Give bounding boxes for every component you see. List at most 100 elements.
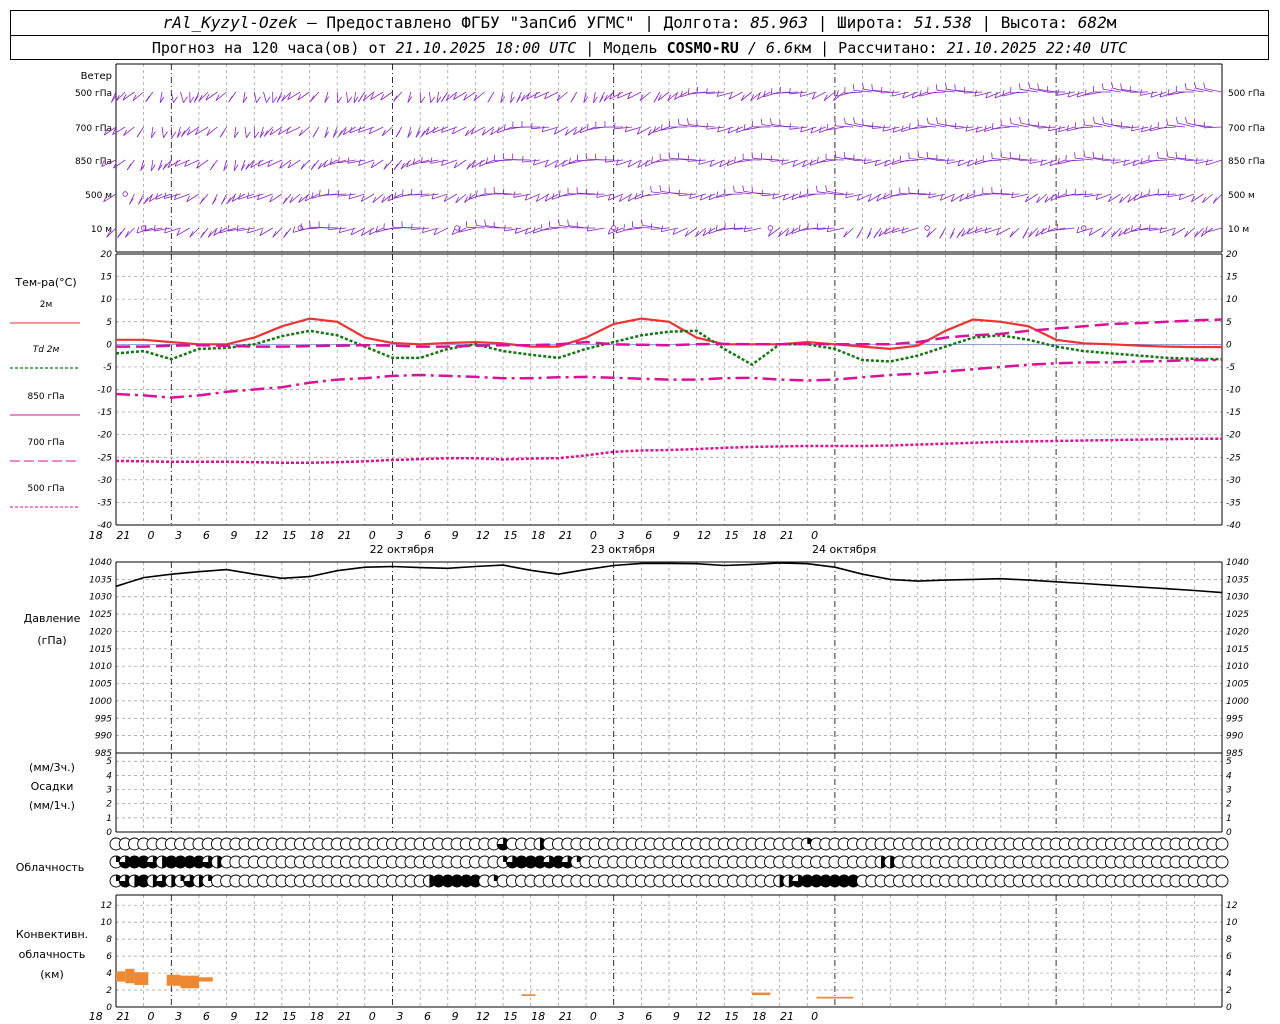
precip-ytick-right: 1 <box>1226 814 1232 824</box>
wind-barb-feather <box>183 96 188 103</box>
conv-ytick: 10 <box>101 918 113 928</box>
wind-barb-feather <box>1037 83 1040 90</box>
bottom-hour-tick: 9 <box>673 1010 680 1023</box>
wind-barb <box>939 227 946 239</box>
wind-barb-staff <box>400 159 412 170</box>
wind-barb-staff <box>1009 227 1020 238</box>
wind-barb-staff <box>1010 91 1029 94</box>
wind-barb-feather <box>687 118 689 125</box>
wind-barb <box>706 87 725 95</box>
wind-barb <box>263 91 271 103</box>
wind-barb-staff <box>123 126 135 136</box>
wind-barb-feather <box>798 224 801 231</box>
wind-barb-feather <box>540 224 543 231</box>
wind-barb-staff <box>1029 159 1047 164</box>
wind-barb <box>220 193 227 205</box>
wind-barb-staff <box>706 126 725 130</box>
temp-850-line <box>115 358 1222 399</box>
wind-barb-staff <box>881 91 900 94</box>
wind-barb <box>782 193 799 201</box>
wind-barb <box>917 119 937 128</box>
wind-barb-feather <box>651 156 653 163</box>
wind-barb <box>207 227 218 238</box>
wind-barb-feather <box>1092 151 1095 158</box>
wind-barb-staff <box>1075 157 1094 161</box>
wind-barb <box>140 159 145 171</box>
wind-barb-feather <box>716 90 720 97</box>
wind-barb-feather <box>319 189 321 196</box>
conv-ytick: 4 <box>106 969 112 979</box>
wind-barb <box>157 159 163 171</box>
wind-barb-feather <box>680 90 683 98</box>
wind-barb <box>510 91 515 103</box>
wind-barb-staff <box>729 91 743 100</box>
wind-barb-feather <box>153 224 156 232</box>
wind-barb-feather <box>1157 152 1159 159</box>
bottom-hour-tick: 3 <box>396 1010 403 1023</box>
wind-barb-feather <box>464 129 469 137</box>
wind-barb-feather <box>928 191 931 198</box>
wind-barb-staff <box>346 91 349 103</box>
precip-ytick: 1 <box>106 814 112 824</box>
wind-barb <box>928 191 946 199</box>
wind-barb <box>200 227 209 239</box>
wind-barb <box>337 190 356 197</box>
wind-barb <box>358 126 375 133</box>
wind-barb <box>228 91 237 103</box>
wind-barb-feather <box>1184 83 1187 90</box>
wind-barb <box>531 122 550 130</box>
wind-barb-staff <box>697 91 716 94</box>
wind-barb-staff <box>955 126 974 129</box>
wind-barb <box>644 159 660 167</box>
temp-hour-tick: 18 <box>310 529 324 542</box>
wind-barb-feather <box>843 117 846 124</box>
wind-barb-feather <box>393 163 399 170</box>
pressure-title: Давление <box>24 612 81 625</box>
wind-barb-feather <box>570 95 575 103</box>
wind-barb <box>604 156 623 163</box>
temp-ytick-right: -5 <box>1226 363 1235 373</box>
temp-hour-tick: 21 <box>116 529 130 542</box>
temp-hour-tick: 9 <box>452 529 459 542</box>
date-label: 24 октября <box>812 543 876 556</box>
wind-barb-staff <box>768 227 780 237</box>
wind-barb-feather <box>117 231 122 238</box>
wind-barb-staff <box>372 193 384 204</box>
wind-barb <box>1150 91 1167 98</box>
wind-level-label-right: 700 гПа <box>1228 124 1265 134</box>
wind-barb <box>954 84 974 93</box>
wind-barb <box>186 193 200 203</box>
temp-ytick-right: -25 <box>1226 453 1241 463</box>
wind-barb-staff <box>1212 193 1223 204</box>
wind-barb-feather <box>337 190 340 197</box>
wind-barb-feather <box>1084 190 1087 197</box>
wind-barb-feather <box>852 84 855 91</box>
wind-barb <box>593 91 598 103</box>
wind-barb <box>336 91 343 104</box>
wind-barb <box>954 122 974 129</box>
wind-barb-feather <box>689 192 692 199</box>
wind-barb-feather <box>395 131 401 138</box>
wind-barb-feather <box>1011 191 1014 198</box>
bottom-hour-tick: 15 <box>725 1010 739 1023</box>
wind-barb-staff <box>1195 159 1213 164</box>
wind-barb-staff <box>1204 126 1223 129</box>
wind-barb-feather <box>816 223 819 230</box>
temp-hour-tick: 6 <box>645 529 652 542</box>
wind-barb-staff <box>1112 159 1130 164</box>
wind-barb-feather <box>763 90 766 97</box>
wind-barb <box>205 91 218 101</box>
temp-legend-label: 500 гПа <box>27 484 64 494</box>
wind-barb <box>276 91 283 103</box>
wind-barb <box>1175 85 1195 93</box>
wind-barb-feather <box>845 191 848 198</box>
wind-barb <box>772 192 789 200</box>
wind-barb <box>668 186 688 195</box>
wind-barb-feather <box>641 190 644 197</box>
wind-barb <box>124 227 135 238</box>
wind-barb-feather <box>1140 157 1143 165</box>
wind-barb-feather <box>650 223 653 230</box>
wind-barb <box>657 91 670 101</box>
wind-barb-feather <box>558 190 561 197</box>
wind-barb <box>892 126 909 133</box>
